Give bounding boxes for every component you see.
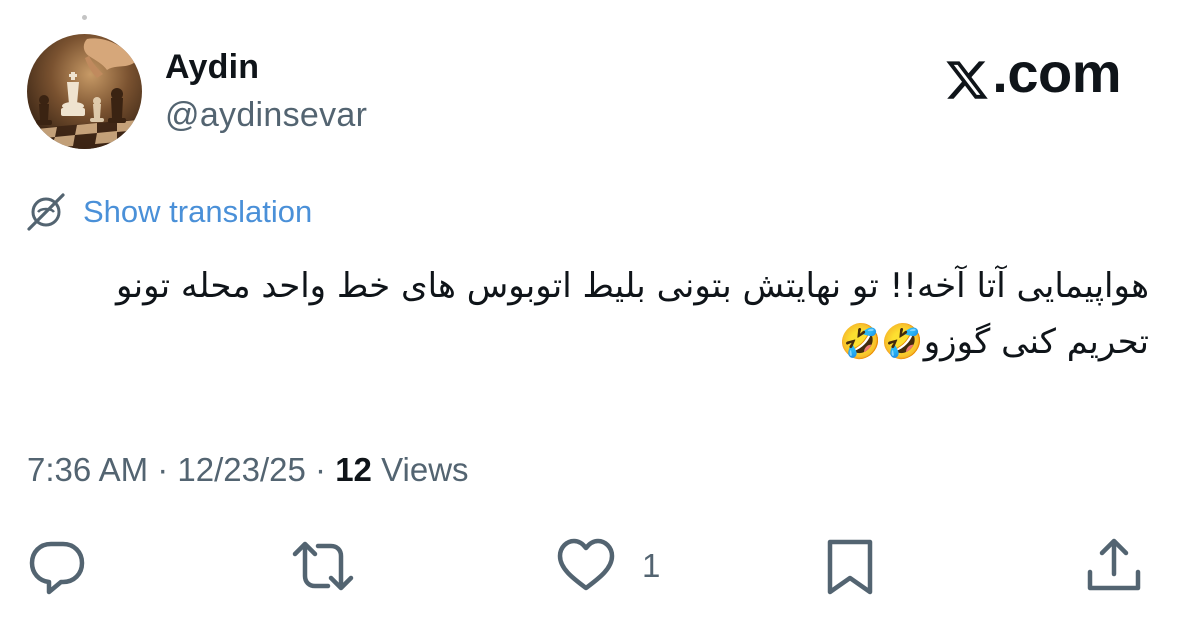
tweet-date[interactable]: 12/23/25	[177, 451, 305, 488]
share-button[interactable]	[1084, 536, 1144, 596]
tweet-text: هواپیمایی آتا آخه!! تو نهایتش بتونی بلیط…	[116, 266, 1149, 362]
views-count[interactable]: 12	[335, 451, 372, 488]
tweet-time[interactable]: 7:36 AM	[27, 451, 148, 488]
brand-logo: .com	[944, 40, 1121, 105]
show-translation-link[interactable]: Show translation	[83, 194, 312, 230]
meta-separator: ·	[148, 451, 178, 488]
x-logo-icon	[944, 51, 990, 99]
reply-icon	[29, 541, 85, 595]
like-button[interactable]: 1	[556, 536, 660, 596]
like-count: 1	[642, 547, 661, 584]
top-dot	[82, 15, 87, 20]
display-name[interactable]: Aydin	[165, 48, 259, 87]
tweet-card: Aydin @aydinsevar .com Show translation …	[0, 0, 1179, 640]
globe-slash-icon	[27, 193, 65, 231]
reply-button[interactable]	[27, 536, 87, 596]
brand-logo-text: .com	[992, 41, 1121, 104]
translation-row[interactable]: Show translation	[25, 191, 312, 233]
meta-separator: ·	[305, 451, 336, 488]
views-label[interactable]: Views	[372, 451, 468, 488]
bookmark-icon	[827, 539, 873, 595]
bookmark-button[interactable]	[822, 536, 878, 598]
retweet-icon	[292, 541, 354, 591]
action-bar: 1	[0, 536, 1179, 606]
avatar[interactable]	[27, 34, 142, 149]
user-handle[interactable]: @aydinsevar	[165, 96, 367, 135]
heart-icon	[557, 538, 615, 591]
chess-pieces-avatar	[27, 34, 142, 149]
share-icon	[1087, 538, 1141, 591]
tweet-meta: 7:36 AM · 12/23/25 · 12 Views	[27, 451, 469, 489]
retweet-button[interactable]	[290, 536, 356, 596]
